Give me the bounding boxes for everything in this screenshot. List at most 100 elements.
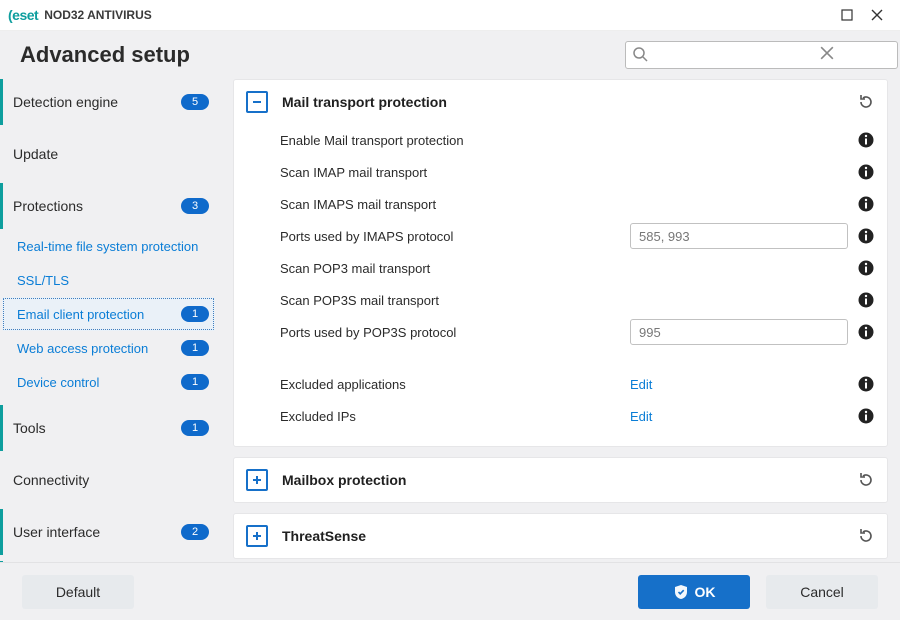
info-icon [857, 323, 875, 341]
info-icon [857, 227, 875, 245]
ok-label: OK [695, 584, 716, 600]
badge: 2 [181, 524, 209, 540]
info-icon [857, 131, 875, 149]
undo-icon [857, 471, 875, 489]
revert-button[interactable] [857, 527, 875, 545]
row-label: Excluded applications [280, 377, 630, 392]
sidebar-item-label: Connectivity [13, 472, 209, 488]
panel-title: Mail transport protection [282, 94, 447, 110]
info-button[interactable] [857, 163, 875, 181]
search-clear-icon[interactable] [820, 46, 834, 63]
page-title: Advanced setup [20, 42, 613, 68]
search [625, 41, 840, 69]
info-button[interactable] [857, 259, 875, 277]
row-enable-mail-transport: Enable Mail transport protection [280, 124, 875, 156]
sidebar-item-label: SSL/TLS [17, 273, 209, 288]
ok-button[interactable]: OK [638, 575, 750, 609]
sidebar-item-tools[interactable]: Tools 1 [0, 405, 215, 451]
sidebar-item-ssl-tls[interactable]: SSL/TLS [2, 263, 215, 297]
sidebar-item-web-access-protection[interactable]: Web access protection 1 [2, 331, 215, 365]
panel-title: Mailbox protection [282, 472, 406, 488]
sidebar-item-email-client-protection[interactable]: Email client protection 1 [2, 297, 215, 331]
shield-check-icon [673, 584, 689, 600]
brand: (eset NOD32 ANTIVIRUS [8, 7, 152, 23]
sidebar-item-device-control[interactable]: Device control 1 [2, 365, 215, 399]
info-icon [857, 163, 875, 181]
input-ports-pop3s[interactable] [630, 319, 848, 345]
sidebar-item-label: Email client protection [17, 307, 173, 322]
search-icon [632, 46, 648, 65]
info-button[interactable] [857, 375, 875, 393]
row-scan-imaps: Scan IMAPS mail transport [280, 188, 875, 220]
sidebar-item-label: Tools [13, 420, 173, 436]
expand-button[interactable] [246, 469, 268, 491]
row-scan-pop3: Scan POP3 mail transport [280, 252, 875, 284]
row-ports-pop3s: Ports used by POP3S protocol [280, 316, 875, 348]
badge: 1 [181, 340, 209, 356]
row-excluded-applications: Excluded applications Edit [280, 368, 875, 400]
info-icon [857, 259, 875, 277]
info-icon [857, 195, 875, 213]
content: Mail transport protection Enable Mail tr… [223, 79, 900, 562]
panel-header: ThreatSense [234, 514, 887, 558]
edit-excluded-applications[interactable]: Edit [630, 377, 652, 392]
row-label: Excluded IPs [280, 409, 630, 424]
badge: 5 [181, 94, 209, 110]
app: Advanced setup ? Detection engine 5 [0, 31, 900, 620]
window-maximize-button[interactable] [832, 4, 862, 26]
sidebar-item-realtime-file-system[interactable]: Real-time file system protection [2, 229, 215, 263]
info-button[interactable] [857, 227, 875, 245]
panel-mail-transport: Mail transport protection Enable Mail tr… [233, 79, 888, 447]
info-button[interactable] [857, 323, 875, 341]
plus-icon [251, 530, 263, 542]
window-close-button[interactable] [862, 4, 892, 26]
expand-button[interactable] [246, 525, 268, 547]
input-ports-imaps[interactable] [630, 223, 848, 249]
row-scan-pop3s: Scan POP3S mail transport [280, 284, 875, 316]
sidebar-item-update[interactable]: Update [0, 131, 215, 177]
info-icon [857, 407, 875, 425]
collapse-button[interactable] [246, 91, 268, 113]
sidebar-item-label: Update [13, 146, 209, 162]
search-input[interactable] [625, 41, 898, 69]
info-button[interactable] [857, 131, 875, 149]
default-button[interactable]: Default [22, 575, 134, 609]
row-scan-imap: Scan IMAP mail transport [280, 156, 875, 188]
panel-title: ThreatSense [282, 528, 366, 544]
sidebar-item-detection-engine[interactable]: Detection engine 5 [0, 79, 215, 125]
info-icon [857, 375, 875, 393]
undo-icon [857, 93, 875, 111]
close-icon [871, 9, 883, 21]
sidebar-item-user-interface[interactable]: User interface 2 [0, 509, 215, 555]
row-label: Scan IMAPS mail transport [280, 197, 630, 212]
row-label: Ports used by POP3S protocol [280, 325, 630, 340]
sidebar-item-protections[interactable]: Protections 3 [0, 183, 215, 229]
sidebar-item-label: Detection engine [13, 94, 173, 110]
revert-button[interactable] [857, 471, 875, 489]
undo-icon [857, 527, 875, 545]
cancel-button[interactable]: Cancel [766, 575, 878, 609]
sidebar-item-label: Real-time file system protection [17, 239, 209, 254]
info-button[interactable] [857, 407, 875, 425]
sidebar-item-label: Device control [17, 375, 173, 390]
sidebar-item-connectivity[interactable]: Connectivity [0, 457, 215, 503]
titlebar: (eset NOD32 ANTIVIRUS [0, 0, 900, 31]
info-button[interactable] [857, 195, 875, 213]
row-label: Scan POP3S mail transport [280, 293, 630, 308]
header: Advanced setup ? [0, 31, 900, 79]
sidebar-item-label: User interface [13, 524, 173, 540]
product-name: NOD32 ANTIVIRUS [44, 8, 152, 22]
edit-excluded-ips[interactable]: Edit [630, 409, 652, 424]
brand-logo: (eset [8, 7, 38, 23]
row-label: Enable Mail transport protection [280, 133, 630, 148]
panel-header: Mailbox protection [234, 458, 887, 502]
sidebar-item-label: Web access protection [17, 341, 173, 356]
minus-icon [251, 96, 263, 108]
badge: 1 [181, 374, 209, 390]
revert-button[interactable] [857, 93, 875, 111]
row-label: Scan IMAP mail transport [280, 165, 630, 180]
panel-header: Mail transport protection [234, 80, 887, 124]
sidebar-item-label: Protections [13, 198, 173, 214]
info-button[interactable] [857, 291, 875, 309]
panel-mailbox: Mailbox protection [233, 457, 888, 503]
